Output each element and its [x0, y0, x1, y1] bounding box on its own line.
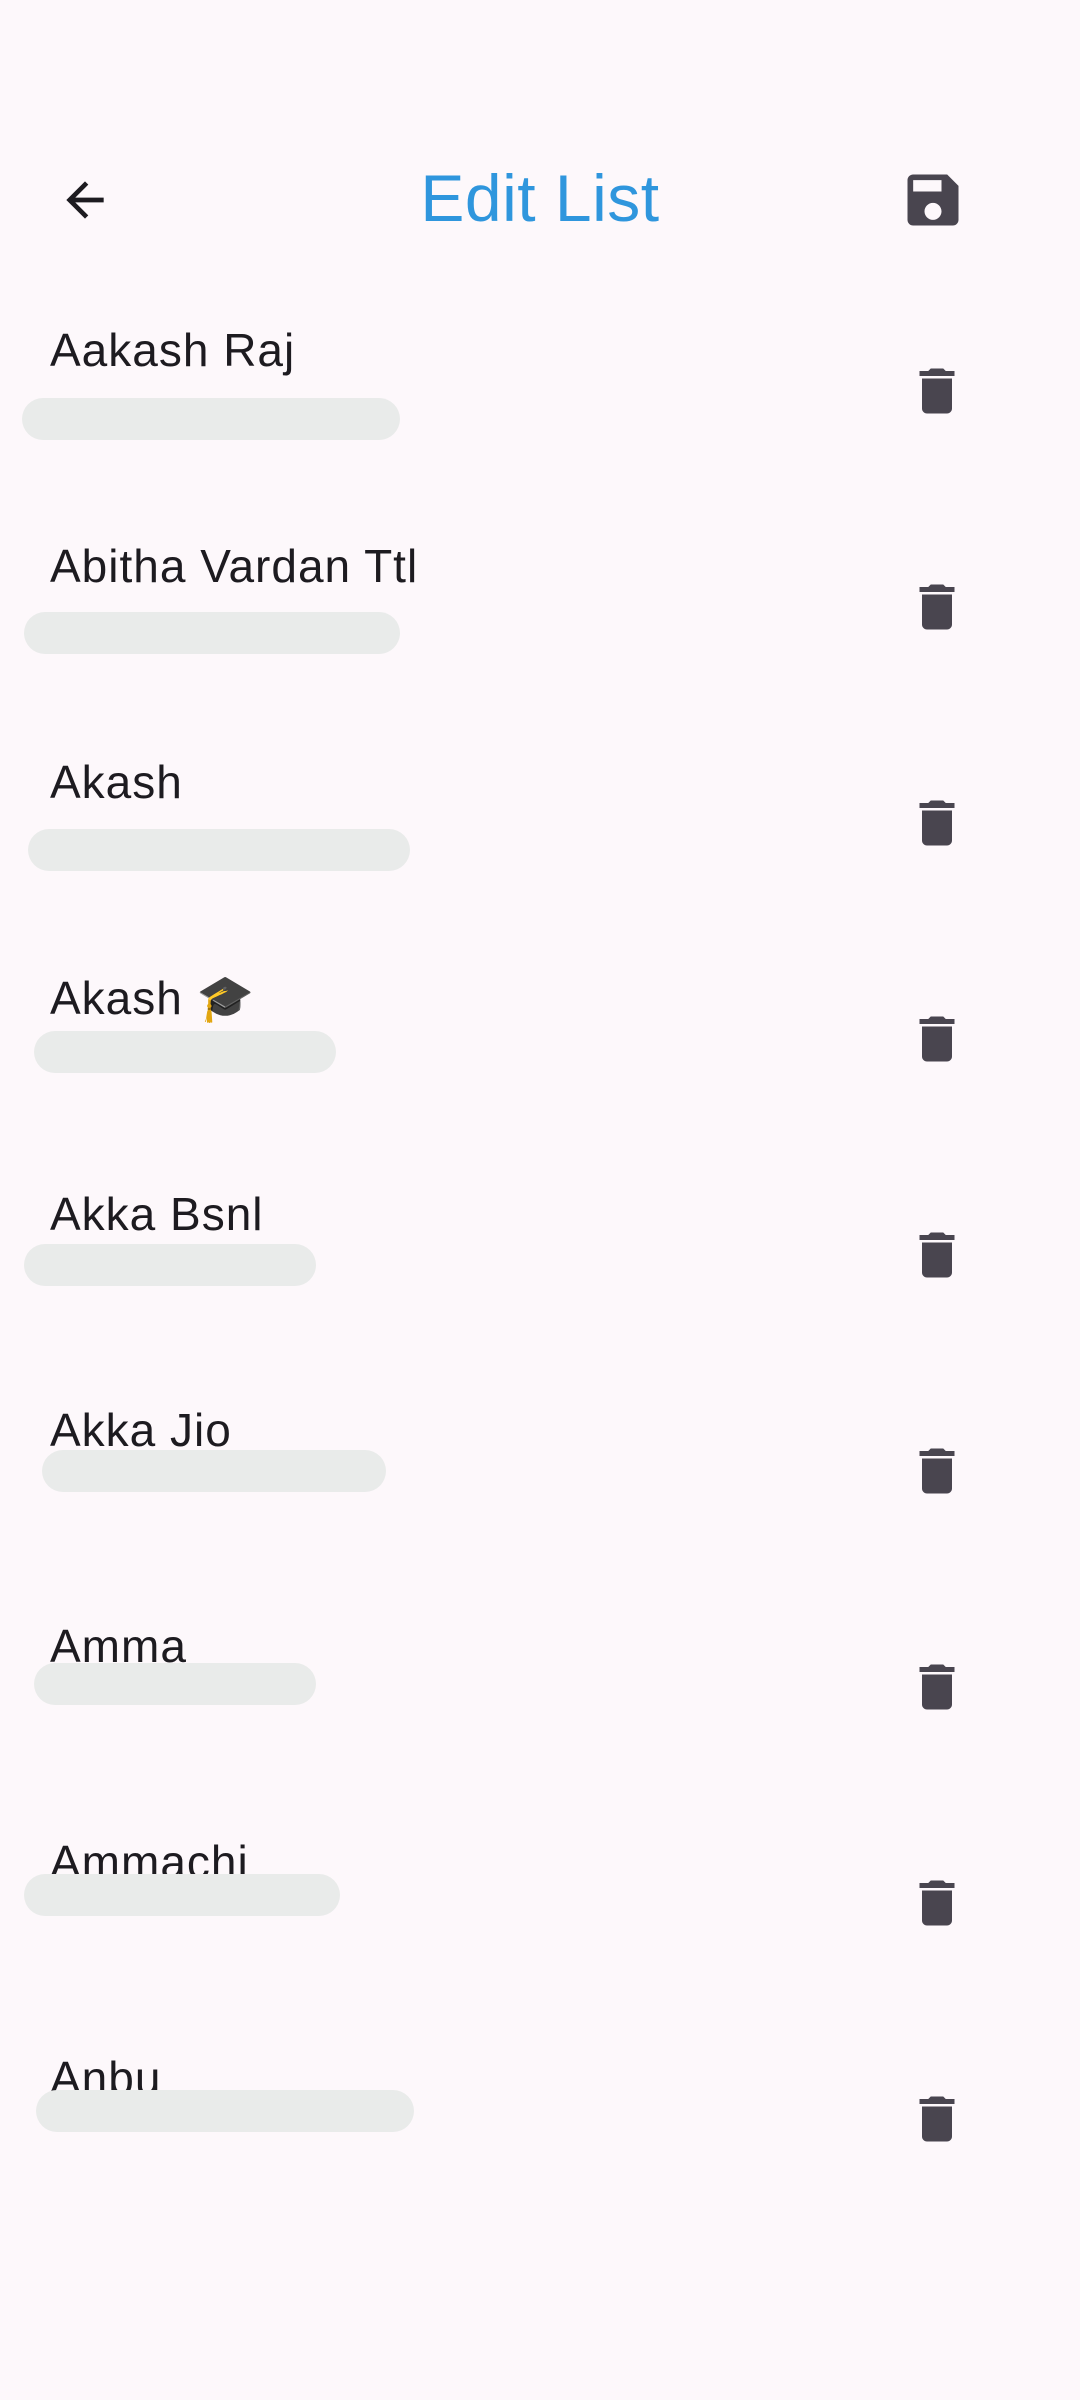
- redacted-number: [42, 1450, 386, 1492]
- contact-name: Akka Bsnl: [50, 1188, 264, 1240]
- list-item: Ammachi: [0, 1812, 1080, 2028]
- redacted-number: [24, 1874, 340, 1916]
- delete-button[interactable]: [890, 344, 984, 438]
- delete-button[interactable]: [890, 1208, 984, 1302]
- trash-icon: [919, 1016, 955, 1062]
- delete-button[interactable]: [890, 1856, 984, 1950]
- trash-icon: [919, 1232, 955, 1278]
- contact-name: Aakash Raj: [50, 324, 296, 376]
- trash-icon: [919, 2096, 955, 2142]
- redacted-number: [22, 398, 400, 440]
- status-bar: [0, 0, 1080, 110]
- trash-icon: [919, 368, 955, 414]
- save-button[interactable]: [886, 153, 980, 247]
- delete-button[interactable]: [890, 2072, 984, 2166]
- list-item: Aakash Raj: [0, 300, 1080, 516]
- redacted-number: [24, 1244, 316, 1286]
- redacted-number: [36, 2090, 414, 2132]
- list-item: Akash: [0, 732, 1080, 948]
- trash-icon: [919, 1664, 955, 1710]
- contact-name: Akash: [50, 756, 183, 808]
- contact-name: Akash 🎓: [50, 972, 255, 1024]
- trash-icon: [919, 1880, 955, 1926]
- delete-button[interactable]: [890, 992, 984, 1086]
- list-item: Abitha Vardan Ttl: [0, 516, 1080, 732]
- redacted-number: [34, 1031, 336, 1073]
- list-item: Amma: [0, 1596, 1080, 1812]
- redacted-number: [34, 1663, 316, 1705]
- trash-icon: [919, 584, 955, 630]
- contact-name: Abitha Vardan Ttl: [50, 540, 419, 592]
- save-icon: [907, 174, 959, 226]
- delete-button[interactable]: [890, 1640, 984, 1734]
- list-item: Anbu: [0, 2028, 1080, 2244]
- trash-icon: [919, 800, 955, 846]
- list-item: Akash 🎓: [0, 948, 1080, 1164]
- contact-list: Aakash Raj Abitha Vardan Ttl Akash Akash…: [0, 300, 1080, 2244]
- trash-icon: [919, 1448, 955, 1494]
- redacted-number: [28, 829, 410, 871]
- delete-button[interactable]: [890, 1424, 984, 1518]
- delete-button[interactable]: [890, 560, 984, 654]
- app-bar: Edit List: [0, 110, 1080, 270]
- delete-button[interactable]: [890, 776, 984, 870]
- redacted-number: [24, 612, 400, 654]
- list-item: Akka Jio: [0, 1380, 1080, 1596]
- list-item: Akka Bsnl: [0, 1164, 1080, 1380]
